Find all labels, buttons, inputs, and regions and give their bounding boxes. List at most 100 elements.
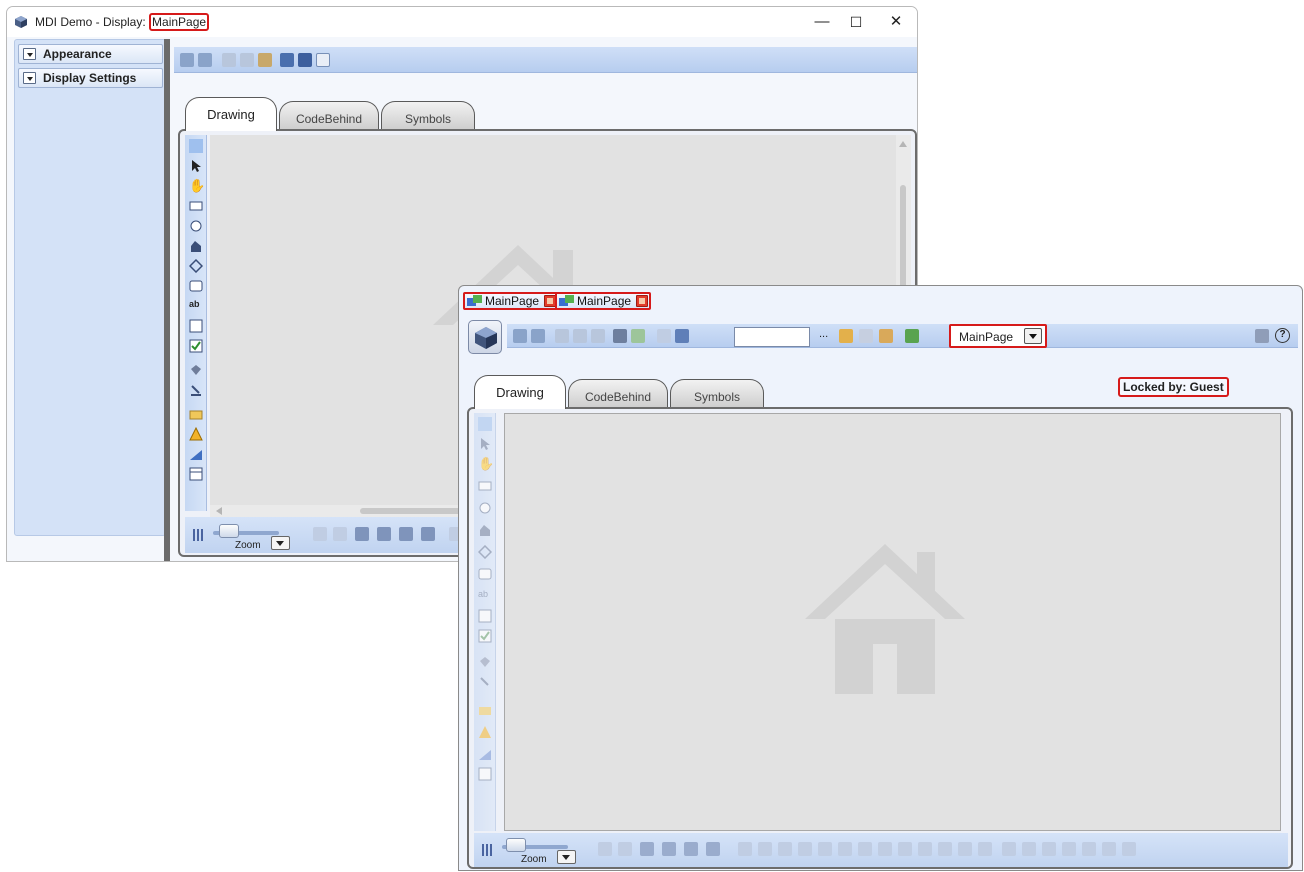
- align-middle-icon[interactable]: [818, 842, 832, 856]
- align-bottom-icon[interactable]: [838, 842, 852, 856]
- textbox-tool-icon[interactable]: [189, 319, 203, 333]
- zoom-slider-thumb[interactable]: [506, 838, 526, 852]
- zoom-dropdown[interactable]: [557, 850, 576, 864]
- select-tool-icon[interactable]: [478, 417, 492, 431]
- polyline-tool-icon[interactable]: [188, 258, 204, 274]
- unlock-icon[interactable]: [1062, 842, 1076, 856]
- flip-icon[interactable]: [1002, 842, 1016, 856]
- show-icon[interactable]: [1102, 842, 1116, 856]
- search-input[interactable]: [734, 327, 810, 347]
- doc-tab-mainpage-2[interactable]: MainPage: [555, 292, 652, 310]
- panel-splitter[interactable]: [164, 39, 170, 561]
- maximize-button[interactable]: ☐: [847, 13, 865, 31]
- bring-front-icon[interactable]: [640, 842, 654, 856]
- grid-icon[interactable]: [482, 844, 494, 856]
- connector-tool-icon[interactable]: [189, 383, 203, 397]
- tab-drawing[interactable]: Drawing: [185, 97, 277, 131]
- add-symbol-icon[interactable]: [839, 329, 853, 343]
- button-tool-icon[interactable]: [189, 279, 203, 293]
- browse-button[interactable]: ...: [819, 328, 828, 340]
- alarm-tool-icon[interactable]: [478, 725, 492, 739]
- table-tool-icon[interactable]: [189, 467, 203, 481]
- copy-icon[interactable]: [573, 329, 587, 343]
- drawing-canvas[interactable]: [504, 413, 1281, 831]
- polyline-tool-icon[interactable]: [477, 544, 493, 560]
- paste-icon[interactable]: [591, 329, 605, 343]
- send-backward-icon[interactable]: [706, 842, 720, 856]
- edit-icon[interactable]: [1255, 329, 1269, 343]
- ellipse-tool-icon[interactable]: [478, 501, 492, 515]
- align-right-icon[interactable]: [778, 842, 792, 856]
- window-titlebar[interactable]: MDI Demo - Display: MainPage — ☐ ✕: [7, 7, 917, 37]
- trend-tool-icon[interactable]: [478, 747, 492, 761]
- pointer-tool-icon[interactable]: [478, 437, 492, 451]
- select-tool-icon[interactable]: [189, 139, 203, 153]
- tab-drawing[interactable]: Drawing: [474, 375, 566, 409]
- zoom-dropdown[interactable]: [271, 536, 290, 550]
- minimize-button[interactable]: —: [813, 13, 831, 31]
- copy-icon[interactable]: [240, 53, 254, 67]
- library-icon[interactable]: [879, 329, 893, 343]
- pan-tool-icon[interactable]: ✋: [189, 179, 205, 193]
- help-icon[interactable]: ?: [1275, 328, 1290, 343]
- polygon-tool-icon[interactable]: [189, 239, 203, 253]
- properties-icon[interactable]: [316, 53, 330, 67]
- folder-tool-icon[interactable]: [478, 703, 492, 717]
- label-tool-icon[interactable]: ab: [189, 299, 203, 313]
- bring-front-icon[interactable]: [355, 527, 369, 541]
- label-tool-icon[interactable]: ab: [478, 589, 492, 603]
- remove-symbol-icon[interactable]: [859, 329, 873, 343]
- appearance-section-header[interactable]: Appearance: [18, 44, 163, 64]
- rectangle-tool-icon[interactable]: [189, 199, 203, 213]
- connector-tool-icon[interactable]: [478, 675, 492, 689]
- redo-icon[interactable]: [531, 329, 545, 343]
- paste-icon[interactable]: [258, 53, 272, 67]
- align-left-icon[interactable]: [738, 842, 752, 856]
- alarm-tool-icon[interactable]: [189, 426, 203, 441]
- close-button[interactable]: ✕: [887, 13, 905, 31]
- send-back-icon[interactable]: [662, 842, 676, 856]
- display-settings-section-header[interactable]: Display Settings: [18, 68, 163, 88]
- redo-icon[interactable]: [198, 53, 212, 67]
- hide-icon[interactable]: [1082, 842, 1096, 856]
- chevron-down-icon[interactable]: [1024, 328, 1042, 344]
- send-backward-icon[interactable]: [421, 527, 435, 541]
- align-top-icon[interactable]: [798, 842, 812, 856]
- doc-tab-mainpage-1[interactable]: MainPage: [463, 292, 560, 310]
- space-vertical-icon[interactable]: [938, 842, 952, 856]
- table-tool-icon[interactable]: [478, 767, 492, 781]
- bring-forward-icon[interactable]: [684, 842, 698, 856]
- display-icon[interactable]: [298, 53, 312, 67]
- save-icon[interactable]: [280, 53, 294, 67]
- grid-icon[interactable]: [193, 529, 205, 541]
- undo-icon[interactable]: [513, 329, 527, 343]
- button-tool-icon[interactable]: [478, 567, 492, 581]
- close-tab-icon[interactable]: [636, 295, 649, 307]
- symbol-tool-icon[interactable]: [189, 363, 203, 377]
- find-icon[interactable]: [657, 329, 671, 343]
- send-back-icon[interactable]: [377, 527, 391, 541]
- cut-icon[interactable]: [555, 329, 569, 343]
- display-select[interactable]: MainPage: [949, 324, 1047, 348]
- space-horizontal-icon[interactable]: [918, 842, 932, 856]
- visibility-toggle-icon[interactable]: [1122, 842, 1136, 856]
- ellipse-tool-icon[interactable]: [189, 219, 203, 233]
- checkbox-tool-icon[interactable]: [189, 339, 203, 353]
- same-height-icon[interactable]: [878, 842, 892, 856]
- rotate-icon[interactable]: [1022, 842, 1036, 856]
- search-icon[interactable]: [675, 329, 689, 343]
- polygon-tool-icon[interactable]: [478, 523, 492, 537]
- bring-forward-icon[interactable]: [399, 527, 413, 541]
- textbox-tool-icon[interactable]: [478, 609, 492, 623]
- same-size-icon[interactable]: [898, 842, 912, 856]
- cut-icon[interactable]: [222, 53, 236, 67]
- zoom-slider-thumb[interactable]: [219, 524, 239, 538]
- folder-tool-icon[interactable]: [189, 407, 203, 421]
- fit-icon[interactable]: [598, 842, 612, 856]
- distribute-vertical-icon[interactable]: [978, 842, 992, 856]
- pan-tool-icon[interactable]: ✋: [478, 457, 494, 471]
- trend-tool-icon[interactable]: [189, 447, 203, 461]
- checkbox-tool-icon[interactable]: [478, 629, 492, 643]
- app-menu-button[interactable]: [468, 320, 502, 354]
- pointer-tool-icon[interactable]: [189, 159, 203, 173]
